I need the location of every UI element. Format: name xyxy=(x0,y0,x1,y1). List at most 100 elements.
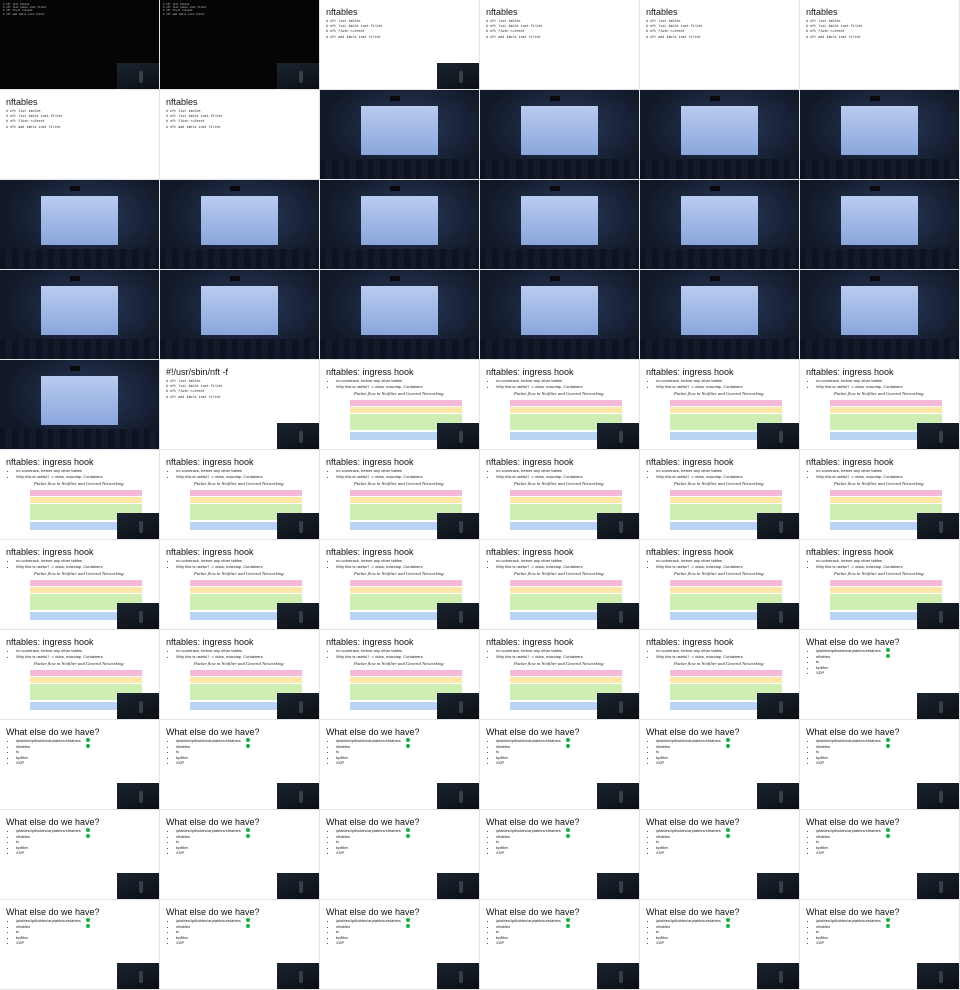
diagram-layer-band xyxy=(510,677,622,683)
slide-thumbnail: nftables # nft list tables # nft list tabl… xyxy=(800,0,960,90)
check-dot-icon xyxy=(246,828,250,832)
audience-seats xyxy=(800,339,959,359)
check-dot-icon xyxy=(86,744,90,748)
projector xyxy=(869,186,880,192)
code-block: # nft list tables # nft list table inet f… xyxy=(6,110,63,131)
slide-thumbnail: What else do we have?iptables/ip6tables/… xyxy=(800,900,960,990)
terminal-line: # nft add table inet filter xyxy=(3,12,46,16)
slide-title: What else do we have? xyxy=(806,817,900,827)
slide-title: nftables: ingress hook xyxy=(646,457,734,467)
slide-thumbnail xyxy=(320,90,480,180)
code-line: # nft add table inet filter xyxy=(646,35,701,40)
projection-screen xyxy=(841,196,918,245)
speaker-video-overlay xyxy=(597,513,639,539)
bullet-item: XDP xyxy=(496,760,561,766)
code-block: # nft list tables # nft list table inet f… xyxy=(326,20,383,41)
slide-title: nftables xyxy=(166,97,198,107)
speaker-video-overlay xyxy=(757,423,799,449)
diagram-title: Packet flow in Netfilter and General Net… xyxy=(194,481,284,486)
audience-seats xyxy=(800,159,959,179)
check-dot-icon xyxy=(886,924,890,928)
code-block: # nft list tables # nft list table inet f… xyxy=(166,110,223,131)
speaker-video-overlay xyxy=(437,513,479,539)
check-dot-icon xyxy=(726,834,730,838)
check-dot-icon xyxy=(886,834,890,838)
code-line: # nft add table inet filter xyxy=(326,35,381,40)
diagram-title: Packet flow in Netfilter and General Net… xyxy=(514,481,604,486)
bullet-item: Why this is useful? -> ddos, macvlap, Co… xyxy=(16,474,103,480)
slide-thumbnail: nftables: ingress hookno conntrack, befo… xyxy=(0,450,160,540)
bullet-list: iptables/ip6tables/arptables/ebtablesnft… xyxy=(490,918,561,946)
slide-thumbnail: What else do we have?iptables/ip6tables/… xyxy=(800,720,960,810)
slide-title: nftables: ingress hook xyxy=(806,547,894,557)
speaker-video-overlay xyxy=(117,603,159,629)
speaker-video-overlay xyxy=(437,783,479,809)
bullet-list: iptables/ip6tables/arptables/ebtablesnft… xyxy=(170,918,241,946)
bullet-item: Why this is useful? -> ddos, macvlap, Co… xyxy=(816,564,903,570)
slide-thumbnail xyxy=(640,270,800,360)
audience-seats xyxy=(160,339,319,359)
bullet-list: no conntrack, before any other tablesWhy… xyxy=(490,558,583,569)
speaker-video-overlay xyxy=(437,693,479,719)
diagram-title: Packet flow in Netfilter and General Net… xyxy=(354,391,444,396)
bullet-list: no conntrack, before any other tablesWhy… xyxy=(650,648,743,659)
speaker-video-overlay xyxy=(757,963,799,989)
slide-thumbnail xyxy=(480,180,640,270)
bullet-item: Why this is useful? -> ddos, macvlap, Co… xyxy=(816,384,903,390)
speaker-video-overlay xyxy=(757,603,799,629)
check-dot-icon xyxy=(86,738,90,742)
check-dot-icon xyxy=(726,738,730,742)
bullet-list: no conntrack, before any other tablesWhy… xyxy=(170,558,263,569)
slide-title: nftables: ingress hook xyxy=(6,457,94,467)
slide-title: What else do we have? xyxy=(646,817,740,827)
slide-thumbnail: nftables: ingress hookno conntrack, befo… xyxy=(480,360,640,450)
slide-thumbnail: What else do we have?iptables/ip6tables/… xyxy=(480,720,640,810)
bullet-item: iptables/ip6tables/arptables/ebtables xyxy=(496,918,561,924)
slide-thumbnail: nftables: ingress hookno conntrack, befo… xyxy=(480,450,640,540)
slide-title: nftables: ingress hook xyxy=(486,637,574,647)
check-dot-icon xyxy=(86,918,90,922)
bullet-item: Why this is useful? -> ddos, macvlap, Co… xyxy=(336,654,423,660)
diagram-layer-band xyxy=(190,497,302,503)
check-dot-icon xyxy=(726,744,730,748)
speaker-video-overlay xyxy=(277,63,319,89)
slide-thumbnail: What else do we have?iptables/ip6tables/… xyxy=(0,720,160,810)
bullet-list: no conntrack, before any other tablesWhy… xyxy=(330,378,423,389)
projection-screen xyxy=(361,196,438,245)
slide-thumbnail: nftables: ingress hookno conntrack, befo… xyxy=(320,630,480,720)
bullet-item: XDP xyxy=(336,850,401,856)
diagram-layer-band xyxy=(670,497,782,503)
slide-thumbnail xyxy=(320,270,480,360)
bullet-item: Why this is useful? -> ddos, macvlap, Co… xyxy=(656,654,743,660)
slide-title: What else do we have? xyxy=(486,817,580,827)
diagram-title: Packet flow in Netfilter and General Net… xyxy=(354,571,444,576)
bullet-item: Why this is useful? -> ddos, macvlap, Co… xyxy=(16,564,103,570)
check-dot-icon xyxy=(406,738,410,742)
bullet-item: XDP xyxy=(496,940,561,946)
audience-seats xyxy=(800,249,959,269)
diagram-layer-band xyxy=(190,580,302,586)
diagram-layer-band xyxy=(830,490,942,496)
diagram-layer-band xyxy=(670,677,782,683)
speaker-video-overlay xyxy=(117,783,159,809)
slide-thumbnail: What else do we have?iptables/ip6tables/… xyxy=(640,900,800,990)
diagram-layer-band xyxy=(190,587,302,593)
bullet-list: no conntrack, before any other tablesWhy… xyxy=(170,468,263,479)
slide-title: nftables: ingress hook xyxy=(166,637,254,647)
speaker-video-overlay xyxy=(277,783,319,809)
slide-title: nftables: ingress hook xyxy=(806,457,894,467)
slide-thumbnail: nftables # nft list tables # nft list tabl… xyxy=(480,0,640,90)
bullet-item: iptables/ip6tables/arptables/ebtables xyxy=(16,918,81,924)
diagram-layer-band xyxy=(190,670,302,676)
diagram-title: Packet flow in Netfilter and General Net… xyxy=(514,391,604,396)
slide-title: What else do we have? xyxy=(486,727,580,737)
slide-thumbnail: #!/usr/sbin/nft -f # nft list tables # nft… xyxy=(160,360,320,450)
slide-thumbnail: nftables: ingress hookno conntrack, befo… xyxy=(800,540,960,630)
slide-thumbnail: What else do we have?iptables/ip6tables/… xyxy=(800,810,960,900)
bullet-list: no conntrack, before any other tablesWhy… xyxy=(810,468,903,479)
check-dot-icon xyxy=(566,918,570,922)
bullet-list: no conntrack, before any other tablesWhy… xyxy=(650,558,743,569)
projector xyxy=(389,96,400,102)
slide-title: nftables: ingress hook xyxy=(6,547,94,557)
speaker-video-overlay xyxy=(917,423,959,449)
